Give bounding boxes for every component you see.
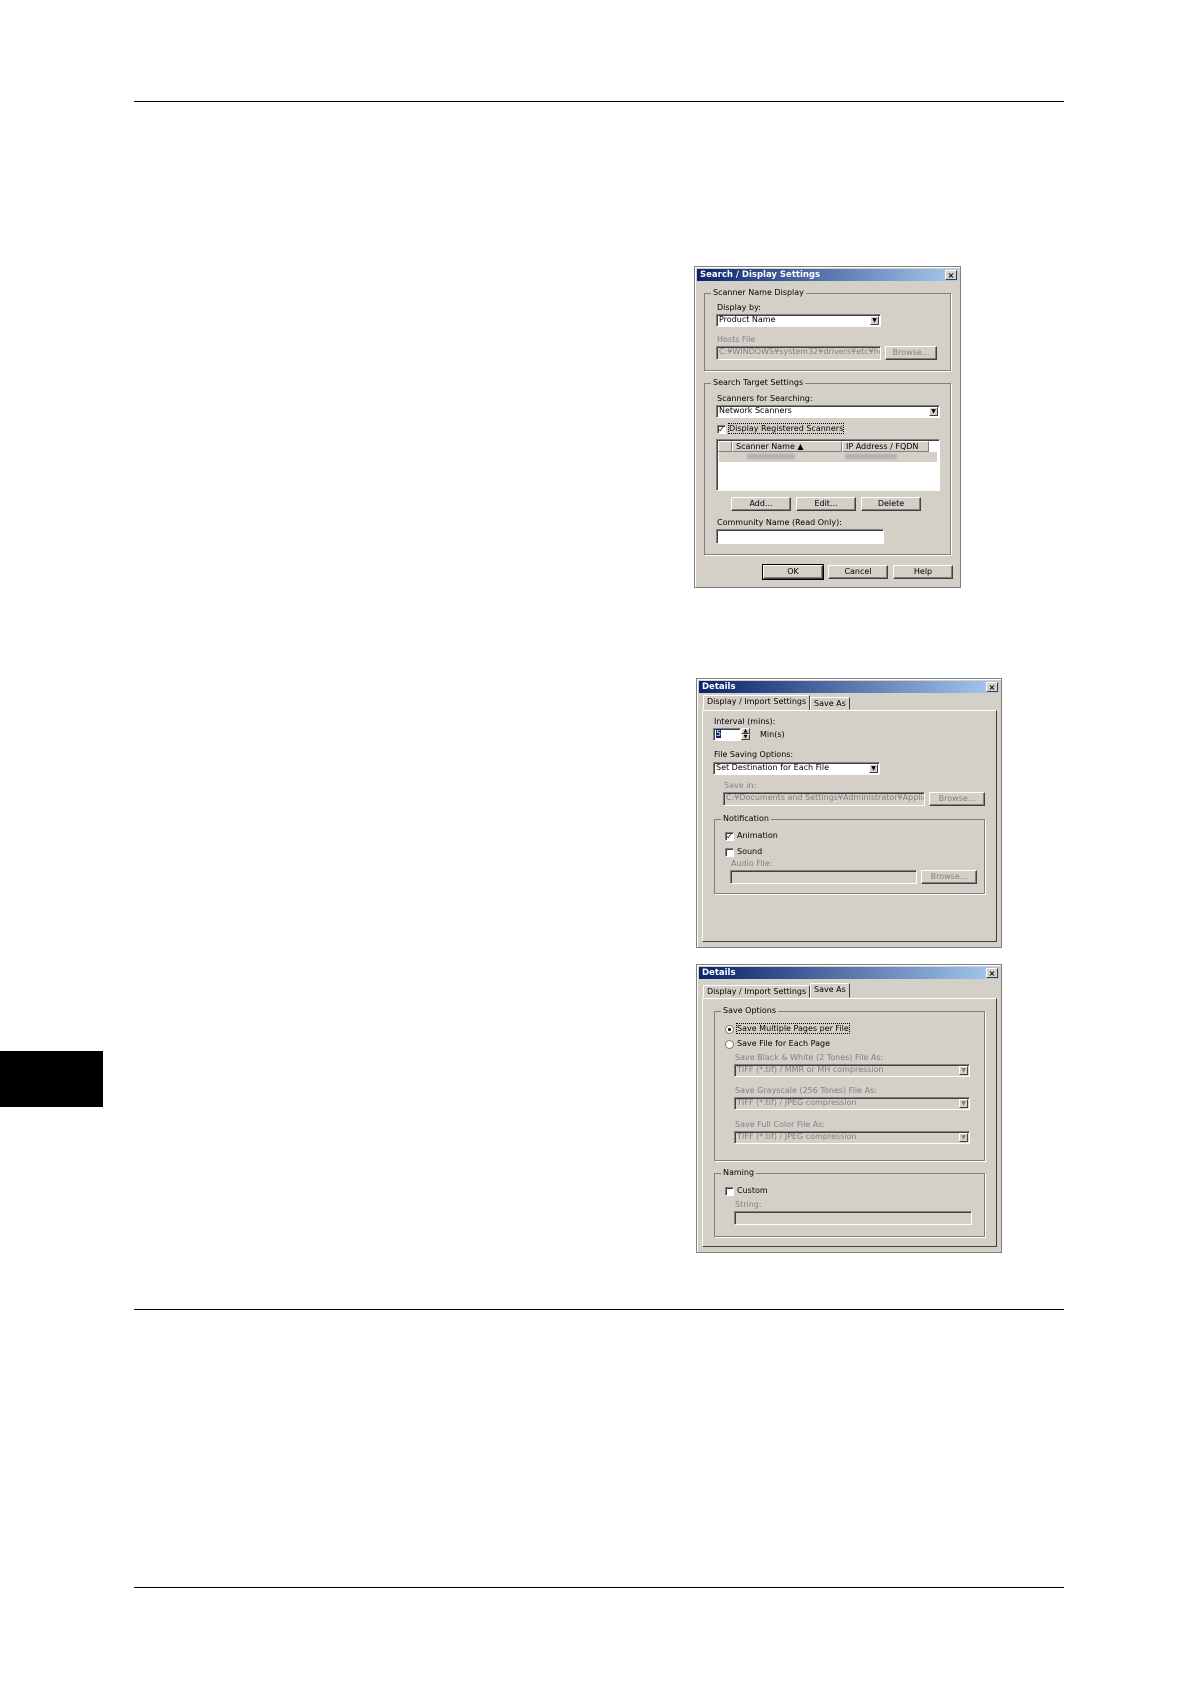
close-icon[interactable]: × bbox=[986, 968, 998, 978]
save-in-label: Save in: bbox=[724, 781, 757, 790]
chevron-down-icon: ▼ bbox=[959, 1133, 968, 1142]
file-saving-value: Set Destination for Each File bbox=[716, 763, 830, 772]
save-multiple-pages-label[interactable]: Save Multiple Pages per File bbox=[736, 1023, 850, 1034]
save-multiple-pages-radio[interactable] bbox=[725, 1025, 734, 1034]
chapter-tab bbox=[0, 1051, 103, 1107]
hosts-browse-button[interactable]: Browse... bbox=[885, 346, 937, 360]
redacted-ip-address bbox=[845, 454, 897, 459]
title-bar: Details × bbox=[699, 681, 999, 693]
tab-save-as[interactable]: Save As bbox=[810, 983, 850, 998]
title-bar: Search / Display Settings × bbox=[697, 269, 958, 281]
save-in-browse-button[interactable]: Browse... bbox=[929, 792, 985, 806]
interval-input[interactable]: 5 bbox=[713, 728, 741, 741]
add-button[interactable]: Add... bbox=[731, 497, 791, 511]
tab-save-as[interactable]: Save As bbox=[810, 697, 850, 710]
help-button[interactable]: Help bbox=[893, 565, 953, 579]
ok-button[interactable]: OK bbox=[762, 564, 824, 580]
delete-button[interactable]: Delete bbox=[861, 497, 921, 511]
scanners-for-searching-label: Scanners for Searching: bbox=[717, 394, 813, 403]
string-field bbox=[734, 1211, 972, 1225]
interval-value: 5 bbox=[716, 729, 722, 738]
redacted-scanner-name bbox=[747, 454, 795, 459]
group-legend: Save Options bbox=[721, 1006, 779, 1015]
bw-format-combo: TIFF (*.tif) / MMR or MH compression ▼ bbox=[734, 1064, 970, 1077]
display-by-label: Display by: bbox=[717, 303, 761, 312]
animation-label[interactable]: Animation bbox=[737, 831, 778, 840]
save-in-value: C:¥Documents and Settings¥Administrator¥… bbox=[726, 793, 925, 802]
details-dialog-display-import: Details × Display / Import Settings Save… bbox=[696, 678, 1002, 948]
string-label: String: bbox=[735, 1200, 762, 1209]
chevron-down-icon[interactable]: ▼ bbox=[869, 764, 878, 773]
audio-file-label: Audio File: bbox=[731, 859, 773, 868]
animation-checkbox[interactable]: ✓ bbox=[725, 832, 734, 841]
display-registered-checkbox[interactable]: ✓ bbox=[717, 425, 726, 434]
dialog-title: Details bbox=[702, 682, 736, 692]
column-header-blank bbox=[718, 441, 732, 452]
dialog-title: Details bbox=[702, 968, 736, 978]
color-format-value: TIFF (*.tif) / JPEG compression bbox=[737, 1132, 857, 1141]
column-header-ip-address[interactable]: IP Address / FQDN bbox=[842, 441, 929, 452]
group-legend: Naming bbox=[721, 1168, 757, 1177]
dialog-title: Search / Display Settings bbox=[700, 270, 821, 280]
hosts-file-value: C:¥WINDOWS¥system32¥drivers¥etc¥hosts bbox=[719, 347, 881, 356]
save-file-each-page-label[interactable]: Save File for Each Page bbox=[737, 1039, 830, 1048]
group-legend: Search Target Settings bbox=[711, 378, 806, 387]
chevron-down-icon: ▼ bbox=[959, 1066, 968, 1075]
sound-checkbox[interactable] bbox=[725, 848, 734, 857]
display-by-combo[interactable]: Product Name ▼ bbox=[716, 314, 881, 327]
save-in-field: C:¥Documents and Settings¥Administrator¥… bbox=[723, 792, 925, 806]
hosts-file-label: Hosts File bbox=[717, 335, 756, 344]
color-format-combo: TIFF (*.tif) / JPEG compression ▼ bbox=[734, 1131, 970, 1144]
grayscale-format-combo: TIFF (*.tif) / JPEG compression ▼ bbox=[734, 1097, 970, 1110]
tab-display-import-settings[interactable]: Display / Import Settings bbox=[703, 985, 811, 998]
scanners-for-searching-combo[interactable]: Network Scanners ▼ bbox=[716, 405, 940, 418]
edit-button[interactable]: Edit... bbox=[796, 497, 856, 511]
chevron-down-icon[interactable]: ▼ bbox=[929, 407, 938, 416]
bw-format-value: TIFF (*.tif) / MMR or MH compression bbox=[737, 1065, 884, 1074]
interval-label: Interval (mins): bbox=[714, 717, 776, 726]
search-display-settings-dialog: Search / Display Settings × Scanner Name… bbox=[694, 266, 961, 588]
save-file-each-page-radio[interactable] bbox=[725, 1040, 734, 1049]
section-rule bbox=[134, 1309, 1064, 1310]
hosts-file-field: C:¥WINDOWS¥system32¥drivers¥etc¥hosts bbox=[716, 346, 881, 360]
footer-rule bbox=[134, 1587, 1064, 1588]
cancel-button[interactable]: Cancel bbox=[828, 565, 888, 579]
chevron-down-icon[interactable]: ▼ bbox=[870, 316, 879, 325]
close-icon[interactable]: × bbox=[986, 682, 998, 692]
community-name-label: Community Name (Read Only): bbox=[717, 518, 842, 527]
grayscale-format-value: TIFF (*.tif) / JPEG compression bbox=[737, 1098, 857, 1107]
audio-file-field bbox=[730, 870, 917, 884]
registered-scanners-list[interactable]: Scanner Name ▲ IP Address / FQDN bbox=[716, 439, 940, 491]
color-format-label: Save Full Color File As: bbox=[735, 1120, 826, 1129]
file-saving-options-label: File Saving Options: bbox=[714, 750, 794, 759]
sound-label[interactable]: Sound bbox=[737, 847, 762, 856]
chevron-down-icon[interactable]: ▼ bbox=[741, 734, 750, 740]
interval-unit: Min(s) bbox=[760, 730, 785, 739]
column-header-scanner-name[interactable]: Scanner Name ▲ bbox=[732, 441, 842, 452]
header-rule bbox=[134, 101, 1064, 102]
tab-display-import-settings[interactable]: Display / Import Settings bbox=[703, 695, 811, 710]
display-by-value: Product Name bbox=[719, 315, 776, 324]
details-dialog-save-as: Details × Display / Import Settings Save… bbox=[696, 964, 1002, 1253]
file-saving-options-combo[interactable]: Set Destination for Each File ▼ bbox=[713, 762, 880, 775]
chevron-down-icon: ▼ bbox=[959, 1099, 968, 1108]
title-bar: Details × bbox=[699, 967, 999, 979]
custom-checkbox[interactable] bbox=[725, 1187, 734, 1196]
bw-format-label: Save Black & White (2 Tones) File As: bbox=[735, 1053, 884, 1062]
grayscale-format-label: Save Grayscale (256 Tones) File As: bbox=[735, 1086, 877, 1095]
community-name-field bbox=[716, 529, 884, 544]
close-icon[interactable]: × bbox=[945, 270, 957, 280]
scanners-value: Network Scanners bbox=[719, 406, 792, 415]
interval-stepper[interactable]: ▲ ▼ bbox=[741, 728, 750, 740]
custom-label[interactable]: Custom bbox=[737, 1186, 768, 1195]
group-legend: Notification bbox=[721, 814, 771, 823]
group-legend: Scanner Name Display bbox=[711, 288, 806, 297]
display-registered-label[interactable]: Display Registered Scanners bbox=[727, 423, 845, 434]
audio-browse-button[interactable]: Browse... bbox=[921, 870, 977, 884]
